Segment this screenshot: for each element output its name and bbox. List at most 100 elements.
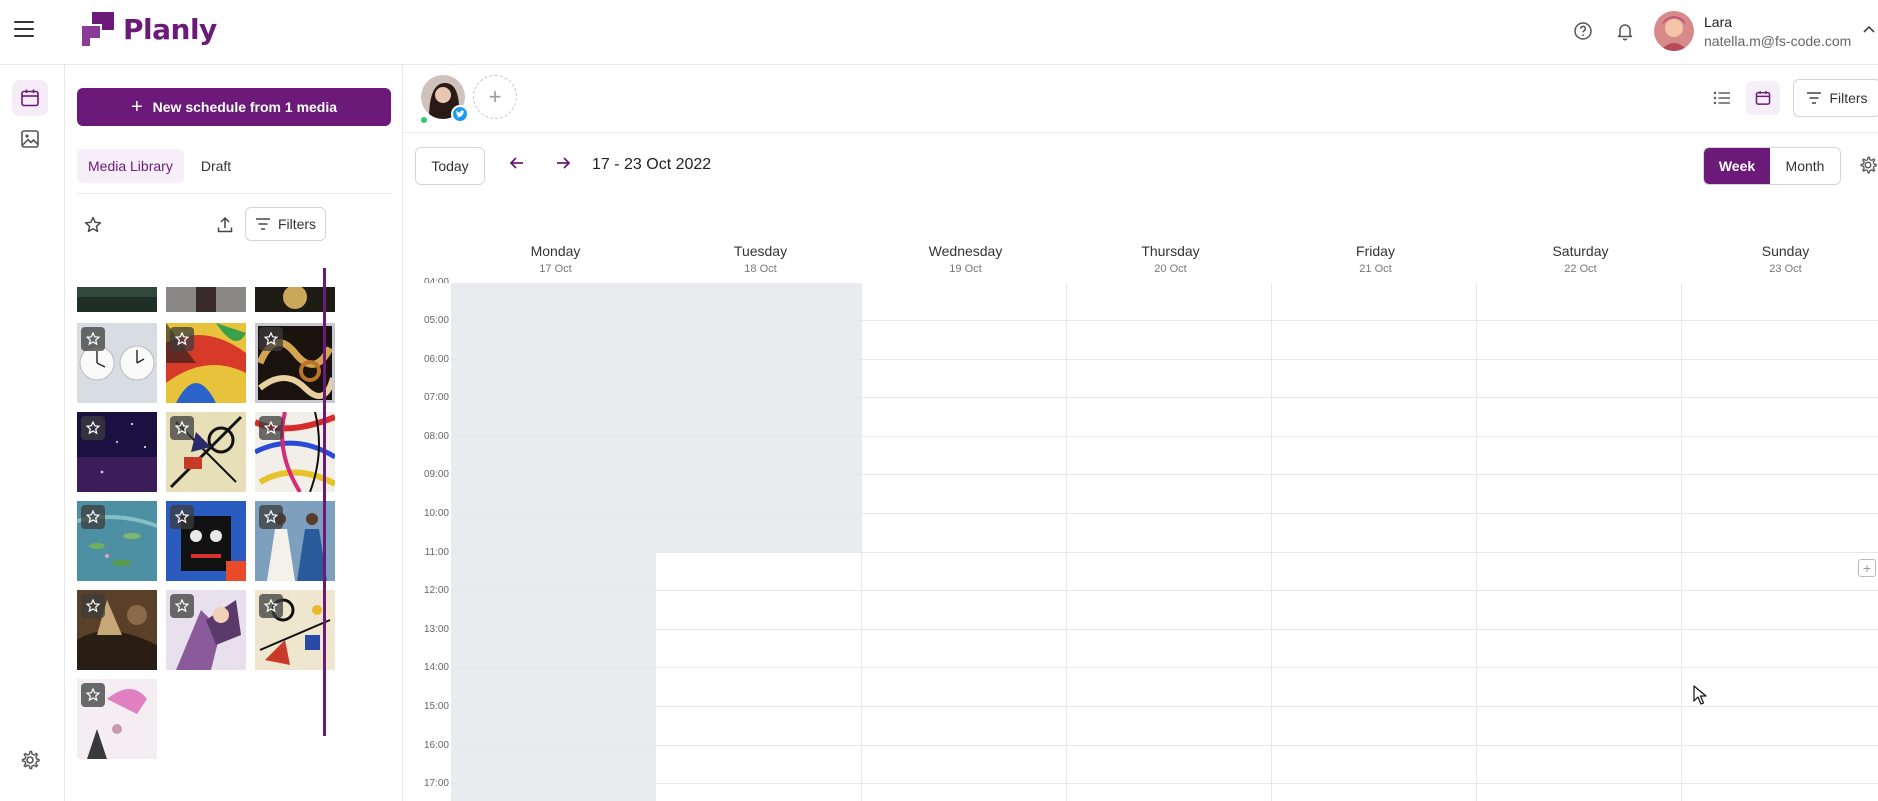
day-date: 20 Oct <box>1154 263 1187 275</box>
star-icon[interactable] <box>259 594 283 618</box>
day-header-tuesday: Tuesday 18 Oct <box>658 243 863 275</box>
hour-line <box>451 397 1878 398</box>
star-icon[interactable] <box>170 416 194 440</box>
star-icon[interactable] <box>81 327 105 351</box>
filter-icon <box>1807 92 1822 104</box>
hour-label: 10:00 <box>423 508 449 519</box>
day-date: 19 Oct <box>949 263 982 275</box>
user-avatar[interactable] <box>1654 11 1694 51</box>
media-thumbnail[interactable] <box>166 287 246 312</box>
tab-draft[interactable]: Draft <box>190 149 242 183</box>
top-bar: Planly Lara natella.m@fs-code.com <box>0 0 1878 65</box>
calendar-view-icon[interactable] <box>1746 81 1780 115</box>
day-divider <box>1271 283 1272 801</box>
arrow-right-icon[interactable] <box>553 155 573 171</box>
hour-line <box>451 629 1878 630</box>
day-date: 21 Oct <box>1359 263 1392 275</box>
calendar-filters-button[interactable]: Filters <box>1793 79 1878 117</box>
help-circle-icon[interactable] <box>1571 19 1595 43</box>
add-slot-icon[interactable]: + <box>1858 559 1876 577</box>
hour-label: 13:00 <box>423 624 449 635</box>
online-status-dot <box>421 117 427 123</box>
media-thumbnail[interactable] <box>77 679 157 759</box>
day-name: Tuesday <box>733 243 788 259</box>
hour-line <box>451 706 1878 707</box>
hour-label: 12:00 <box>423 585 449 596</box>
star-icon[interactable] <box>259 505 283 529</box>
media-scrollbar[interactable] <box>323 268 326 736</box>
hour-label: 06:00 <box>423 354 449 365</box>
user-email: natella.m@fs-code.com <box>1704 33 1852 49</box>
star-icon[interactable] <box>170 505 194 529</box>
planly-logo[interactable]: Planly <box>80 10 217 48</box>
hour-line <box>451 745 1878 746</box>
day-name: Sunday <box>1761 243 1810 259</box>
hour-line <box>451 590 1878 591</box>
hour-line <box>451 667 1878 668</box>
calendar-area: + Filters Today 17 - 23 Oct 2022 Week Mo… <box>403 65 1878 801</box>
star-icon[interactable] <box>81 683 105 707</box>
arrow-left-icon[interactable] <box>507 155 527 171</box>
media-thumbnail[interactable] <box>77 501 157 581</box>
view-toggle: Week Month <box>1703 147 1841 185</box>
day-date: 22 Oct <box>1564 263 1597 275</box>
divider <box>77 193 391 194</box>
week-grid[interactable] <box>451 283 1878 801</box>
star-icon[interactable] <box>170 327 194 351</box>
media-thumbnail[interactable] <box>77 590 157 670</box>
image-icon[interactable] <box>12 121 48 157</box>
day-header-sunday: Sunday 23 Oct <box>1683 243 1878 275</box>
day-divider <box>1066 283 1067 801</box>
hour-label: 09:00 <box>423 469 449 480</box>
star-icon[interactable] <box>259 416 283 440</box>
media-thumbnail[interactable] <box>77 323 157 403</box>
day-divider <box>1681 283 1682 801</box>
media-thumbnail[interactable] <box>166 501 246 581</box>
day-date: 17 Oct <box>539 263 572 275</box>
media-thumbnail[interactable] <box>77 287 157 312</box>
brand-name: Planly <box>123 12 217 46</box>
today-button[interactable]: Today <box>415 147 485 185</box>
hour-label: 11:00 <box>424 547 449 558</box>
day-date: 23 Oct <box>1769 263 1802 275</box>
day-header-thursday: Thursday 20 Oct <box>1068 243 1273 275</box>
star-icon[interactable] <box>81 416 105 440</box>
media-thumbnail[interactable] <box>77 412 157 492</box>
hour-line <box>451 513 1878 514</box>
mouse-cursor-icon <box>1693 685 1707 705</box>
list-view-icon[interactable] <box>1705 81 1739 115</box>
hamburger-icon[interactable] <box>14 21 34 37</box>
star-icon[interactable] <box>170 594 194 618</box>
user-name: Lara <box>1704 14 1733 30</box>
new-schedule-button[interactable]: + New schedule from 1 media <box>77 88 391 126</box>
star-icon[interactable] <box>259 327 283 351</box>
star-icon[interactable] <box>81 594 105 618</box>
tab-media-library[interactable]: Media Library <box>77 149 184 183</box>
date-range: 17 - 23 Oct 2022 <box>592 156 712 173</box>
star-icon[interactable] <box>81 505 105 529</box>
day-header-monday: Monday 17 Oct <box>453 243 658 275</box>
day-name: Thursday <box>1141 243 1200 259</box>
day-name: Saturday <box>1552 243 1609 259</box>
month-view-button[interactable]: Month <box>1770 148 1840 184</box>
hour-label: 14:00 <box>423 662 449 673</box>
calendar-filters-label: Filters <box>1829 90 1868 106</box>
hour-label: 16:00 <box>423 740 449 751</box>
gear-icon[interactable] <box>12 742 48 778</box>
day-divider <box>861 283 862 801</box>
bell-icon[interactable] <box>1613 19 1637 43</box>
media-thumbnail[interactable] <box>166 412 246 492</box>
add-account-button[interactable]: + <box>473 75 517 119</box>
chevron-up-icon[interactable] <box>1862 24 1876 34</box>
hour-label: 17:00 <box>423 778 449 789</box>
divider <box>403 132 1878 133</box>
hour-line <box>451 436 1878 437</box>
calendar-settings-icon[interactable] <box>1858 155 1878 175</box>
week-view-button[interactable]: Week <box>1704 148 1770 184</box>
media-thumbnail[interactable] <box>166 323 246 403</box>
day-header-wednesday: Wednesday 19 Oct <box>863 243 1068 275</box>
calendar-icon[interactable] <box>12 80 48 116</box>
day-header-friday: Friday 21 Oct <box>1273 243 1478 275</box>
media-thumbnail[interactable] <box>166 590 246 670</box>
day-date: 18 Oct <box>744 263 777 275</box>
